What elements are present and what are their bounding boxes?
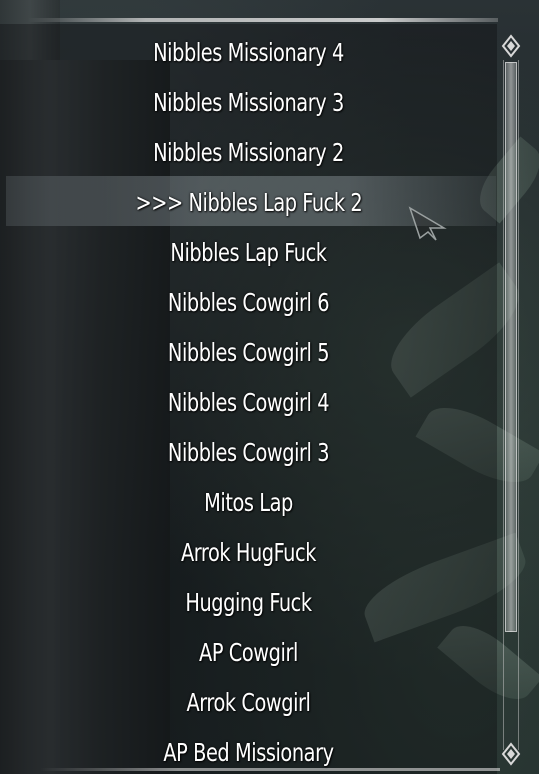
list-item[interactable]: Nibbles Cowgirl 4 xyxy=(35,378,462,428)
list-item[interactable]: Nibbles Cowgirl 3 xyxy=(35,428,462,478)
list-item[interactable]: Hugging Fuck xyxy=(35,578,462,628)
list-item[interactable]: Arrok HugFuck xyxy=(35,528,462,578)
screen: Nibbles Missionary 4 Nibbles Missionary 3… xyxy=(0,0,539,774)
list-item[interactable]: Nibbles Cowgirl 6 xyxy=(35,278,462,328)
list-item[interactable]: AP Bed Missionary xyxy=(35,728,462,774)
scroll-up-arrow-icon[interactable] xyxy=(501,34,521,58)
list-item[interactable]: Nibbles Missionary 4 xyxy=(35,28,462,78)
menu-top-divider xyxy=(28,18,498,22)
animation-list: Nibbles Missionary 4 Nibbles Missionary 3… xyxy=(0,28,497,774)
scrollbar[interactable] xyxy=(500,34,522,769)
list-item[interactable]: Nibbles Missionary 2 xyxy=(35,128,462,178)
list-item[interactable]: Nibbles Lap Fuck xyxy=(35,228,462,278)
list-item-label: Nibbles Lap Fuck 2 xyxy=(188,188,362,217)
scroll-thumb[interactable] xyxy=(505,62,517,632)
list-item[interactable]: AP Cowgirl xyxy=(35,628,462,678)
scroll-down-arrow-icon[interactable] xyxy=(501,742,521,766)
list-item[interactable]: Nibbles Missionary 3 xyxy=(35,78,462,128)
mouse-cursor-icon xyxy=(408,206,447,241)
selection-marker: >>> xyxy=(135,188,189,217)
list-item-selected-wrap: >>> Nibbles Lap Fuck 2 xyxy=(135,178,362,228)
list-item[interactable]: Nibbles Cowgirl 5 xyxy=(35,328,462,378)
list-item[interactable]: Arrok Cowgirl xyxy=(35,678,462,728)
list-item[interactable]: Mitos Lap xyxy=(35,478,462,528)
